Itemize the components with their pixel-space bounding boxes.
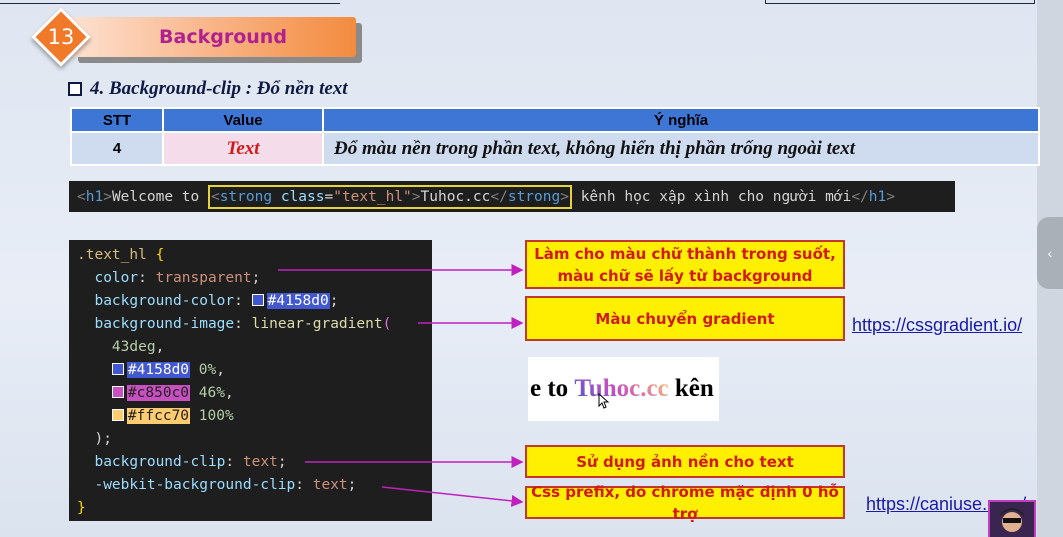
- code-line-stop-2: #c850c0 46%,: [77, 382, 432, 405]
- cell-stt: 4: [70, 131, 164, 166]
- section-heading: 4. Background-clip : Đổ nền text: [68, 78, 348, 100]
- side-panel-handle[interactable]: ‹: [1037, 217, 1063, 289]
- highlighted-strong-element: <strong class="text_hl">Tuhoc.cc</strong…: [207, 184, 572, 209]
- preview-gradient-text: Tuhoc.cc: [574, 375, 669, 402]
- presenter-avatar: [988, 500, 1036, 537]
- code-line-bgcolor: background-color: #4158d0;: [94, 293, 339, 309]
- slide-title: Background: [159, 26, 287, 48]
- code-line-close-paren: );: [94, 431, 112, 447]
- header-value: Value: [162, 107, 324, 133]
- callout-gradient: Màu chuyển gradient: [525, 296, 845, 341]
- code-line-selector: .text_hl {: [77, 247, 165, 263]
- css-code-block: .text_hl { color: transparent; backgroun…: [69, 240, 432, 521]
- callout-transparent: Làm cho màu chữ thành trong suốt, màu ch…: [525, 240, 845, 289]
- top-frame-right: [765, 0, 1035, 4]
- avatar-image: [990, 502, 1034, 537]
- code-line-close-brace: }: [77, 500, 86, 516]
- gradient-text-preview: e to Tuhoc.cc kên: [528, 357, 719, 421]
- section-title: 4. Background-clip : Đổ nền text: [90, 78, 348, 99]
- cell-meaning: Đổ màu nền trong phần text, không hiển t…: [322, 131, 1040, 166]
- slide-number: 13: [47, 25, 75, 49]
- table-row: 4 Text Đổ màu nền trong phần text, không…: [70, 131, 1040, 166]
- slide-number-badge: 13: [31, 7, 91, 67]
- table-header-row: STT Value Ý nghĩa: [70, 107, 1040, 133]
- info-table: STT Value Ý nghĩa 4 Text Đổ màu nền tron…: [70, 107, 1040, 166]
- code-line-bgimage: background-image: linear-gradient(: [94, 316, 392, 332]
- color-swatch: [251, 294, 264, 306]
- slide-title-bar: Background: [70, 17, 356, 57]
- code-line-stop-3: #ffcc70 100%: [77, 405, 432, 428]
- chevron-left-icon: ‹: [1047, 245, 1053, 261]
- code-line-color: color: transparent;: [94, 270, 261, 286]
- checkbox-icon: [68, 82, 82, 96]
- preview-text-before: e to: [530, 375, 575, 402]
- cell-value: Text: [162, 131, 324, 166]
- header-stt: STT: [70, 107, 164, 133]
- link-cssgradient[interactable]: https://cssgradient.io/: [852, 315, 1022, 336]
- callout-clip: Sử dụng ảnh nền cho text: [525, 445, 845, 478]
- callout-prefix: Css prefix, do chrome mặc định 0 hỗ trợ: [525, 483, 845, 523]
- code-line-clip: background-clip: text;: [94, 454, 287, 470]
- code-line-webkit-clip: -webkit-background-clip: text;: [94, 477, 357, 493]
- code-line-stop-1: #4158d0 0%,: [77, 359, 432, 382]
- html-code-line: < h1 > Welcome to <strong class="text_hl">T…: [69, 181, 955, 212]
- mouse-cursor-icon: [598, 393, 610, 409]
- header-meaning: Ý nghĩa: [322, 107, 1040, 133]
- code-line-angle: 43deg,: [111, 339, 165, 355]
- top-frame-left: [0, 0, 340, 4]
- preview-text-after: kên: [668, 375, 714, 402]
